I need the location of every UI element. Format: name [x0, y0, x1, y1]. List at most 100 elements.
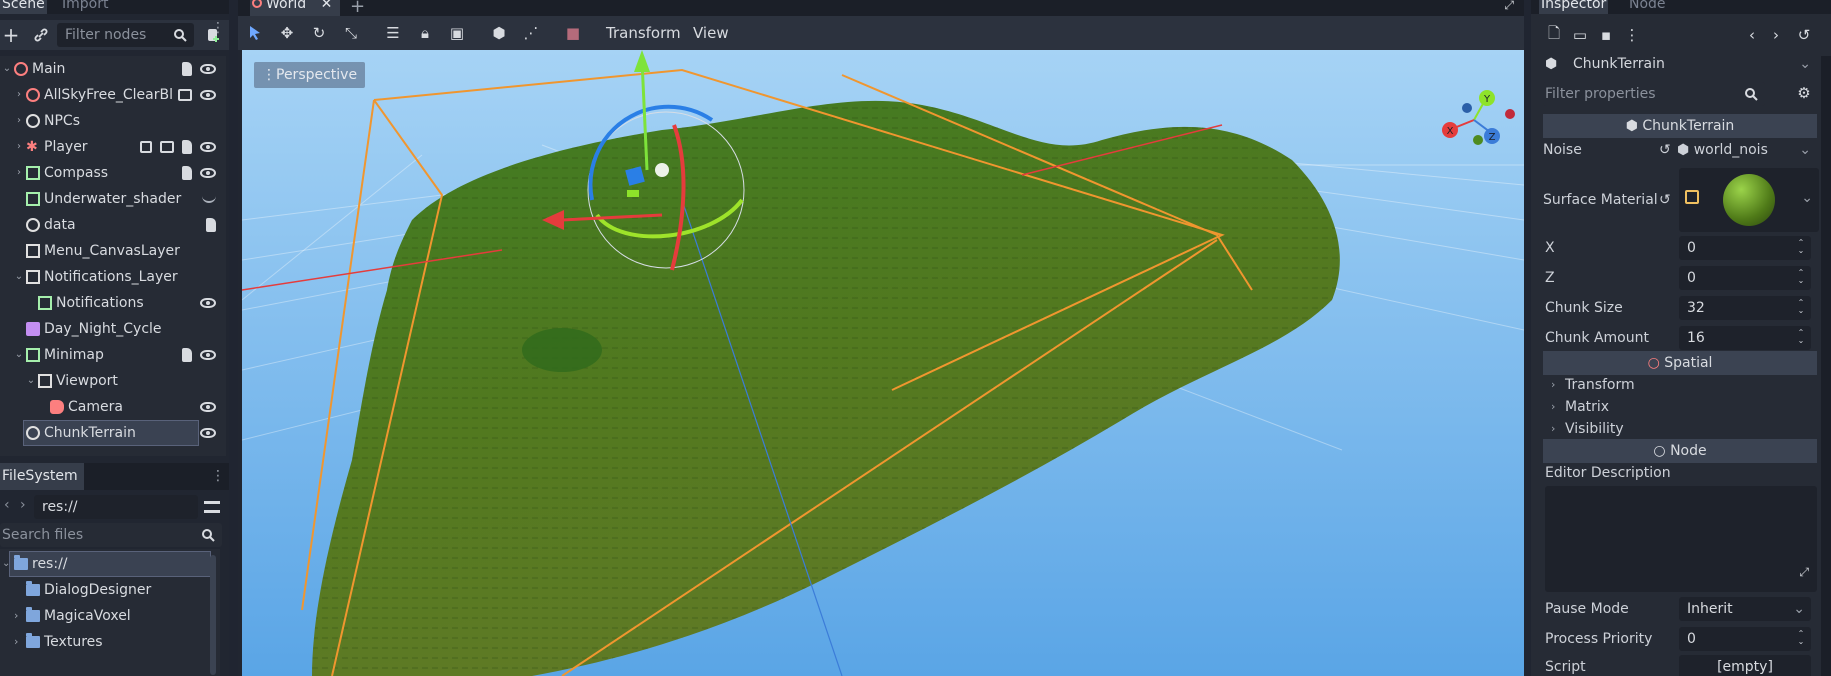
group-icon[interactable] [140, 141, 152, 153]
prop-x-spinbox[interactable]: 0 ⌃ ⌄ [1679, 236, 1811, 260]
file-item-dialogdesigner[interactable]: DialogDesigner [0, 577, 210, 603]
prop-chunk-size-spinbox[interactable]: 32 ⌃ ⌄ [1679, 296, 1811, 320]
visibility-eye-icon[interactable] [200, 142, 216, 152]
subsection-visibility[interactable]: › Visibility [1543, 418, 1817, 440]
instance-icon[interactable] [178, 89, 192, 101]
visibility-eye-icon[interactable] [200, 64, 216, 74]
subsection-matrix[interactable]: › Matrix [1543, 396, 1817, 418]
expand-icon[interactable]: ⤢ [1799, 565, 1809, 580]
revert-icon[interactable]: ↺ [1659, 185, 1671, 215]
script-icon[interactable] [182, 62, 192, 76]
tree-node-notifications-layer[interactable]: ⌄ Notifications_Layer [0, 264, 226, 290]
tree-node-data[interactable]: data [0, 212, 226, 238]
object-selector[interactable]: ⬢ ChunkTerrain ⌄ [1541, 52, 1811, 78]
file-item-res[interactable]: ⌄ res:// [0, 551, 211, 577]
instance-icon[interactable] [160, 141, 174, 153]
forward-arrow-icon[interactable]: › [20, 497, 26, 513]
spin-arrows-icon[interactable]: ⌃ ⌄ [1797, 239, 1805, 255]
surface-material-picker[interactable]: ⌄ [1679, 168, 1819, 232]
pause-mode-select[interactable]: Inherit ⌄ [1679, 597, 1811, 621]
local-space-icon[interactable]: ⬢ [488, 22, 510, 44]
hidden-eye-icon[interactable] [202, 195, 216, 203]
editor-description-textarea[interactable]: ⤢ [1545, 486, 1817, 592]
tab-import[interactable]: Import [60, 0, 110, 14]
search-files-input[interactable]: Search files [0, 523, 222, 547]
snap-icon[interactable]: ⋰ [520, 22, 542, 44]
tab-filesystem[interactable]: FileSystem [0, 463, 84, 490]
back-arrow-icon[interactable]: ‹ [4, 497, 10, 513]
perspective-menu-button[interactable]: ⋮ Perspective [254, 62, 366, 88]
scene-dock-menu-icon[interactable]: ⋮ [211, 20, 225, 36]
visibility-eye-icon[interactable] [200, 90, 216, 100]
noise-resource-picker[interactable]: ⬢ world_nois ⌄ [1677, 138, 1817, 162]
visibility-eye-icon[interactable] [200, 402, 216, 412]
tree-node-minimap[interactable]: ⌄ Minimap [0, 342, 226, 368]
list-select-icon[interactable]: ☰ [382, 22, 404, 44]
script-icon[interactable] [182, 140, 192, 154]
tree-node-notifications[interactable]: Notifications [0, 290, 226, 316]
visibility-eye-icon[interactable] [200, 298, 216, 308]
scale-tool-icon[interactable]: ⤡ [340, 22, 362, 44]
history-forward-icon[interactable]: › [1765, 24, 1787, 46]
list-view-icon[interactable] [204, 501, 220, 513]
filter-nodes-input[interactable]: Filter nodes [57, 23, 194, 47]
tab-world[interactable]: World ✕ [250, 0, 341, 16]
camera-preview-icon[interactable]: ■ [562, 22, 584, 44]
tree-node-allsky[interactable]: › AllSkyFree_ClearBl [0, 82, 226, 108]
tree-node-camera[interactable]: Camera [0, 394, 226, 420]
script-icon[interactable] [182, 166, 192, 180]
history-back-icon[interactable]: ‹ [1741, 24, 1763, 46]
spin-arrows-icon[interactable]: ⌃ ⌄ [1797, 329, 1805, 345]
spin-arrows-icon[interactable]: ⌃ ⌄ [1797, 630, 1805, 646]
tree-node-compass[interactable]: › Compass [0, 160, 226, 186]
add-tab-icon[interactable]: + [350, 0, 365, 17]
file-tree-scrollbar[interactable] [210, 555, 216, 675]
visibility-eye-icon[interactable] [200, 428, 216, 438]
tree-node-menu-canvaslayer[interactable]: Menu_CanvasLayer [0, 238, 226, 264]
tree-node-player[interactable]: › ✱ Player [0, 134, 226, 160]
filesystem-menu-icon[interactable]: ⋮ [211, 468, 225, 484]
filter-properties-input[interactable]: Filter properties [1543, 82, 1765, 106]
lock-icon[interactable]: 🔒︎ [414, 22, 436, 44]
rotate-tool-icon[interactable]: ↻ [308, 22, 330, 44]
script-icon[interactable] [182, 348, 192, 362]
tree-node-main[interactable]: ⌄ Main [0, 56, 226, 82]
file-item-magicavoxel[interactable]: › MagicaVoxel [0, 603, 210, 629]
menu-view[interactable]: View [693, 16, 729, 50]
tab-inspector[interactable]: Inspector [1539, 0, 1609, 14]
prop-z-spinbox[interactable]: 0 ⌃ ⌄ [1679, 266, 1811, 290]
visibility-eye-icon[interactable] [200, 168, 216, 178]
3d-scene[interactable]: Y X Z [242, 50, 1524, 676]
save-icon[interactable]: ▪ [1595, 24, 1617, 46]
more-icon[interactable]: ⋮ [1621, 24, 1643, 46]
inspector-scrollbar[interactable] [1821, 56, 1831, 676]
add-node-icon[interactable]: + [0, 23, 22, 47]
revert-icon[interactable]: ↺ [1659, 135, 1671, 165]
move-tool-icon[interactable]: ✥ [276, 22, 298, 44]
process-priority-spinbox[interactable]: 0 ⌃ ⌄ [1679, 627, 1811, 651]
subsection-transform[interactable]: › Transform [1543, 374, 1817, 396]
new-resource-icon[interactable]: 🗋 [1543, 24, 1565, 46]
3d-viewport[interactable]: Y X Z ⋮ Perspective [242, 50, 1524, 676]
tree-node-viewport[interactable]: ⌄ Viewport [0, 368, 226, 394]
select-tool-icon[interactable] [248, 25, 262, 41]
spin-arrows-icon[interactable]: ⌃ ⌄ [1797, 299, 1805, 315]
history-icon[interactable]: ↺ [1793, 24, 1815, 46]
tree-node-day-night[interactable]: Day_Night_Cycle [0, 316, 226, 342]
tab-scene[interactable]: Scene [0, 0, 47, 14]
spin-arrows-icon[interactable]: ⌃ ⌄ [1797, 269, 1805, 285]
script-icon[interactable] [206, 218, 216, 232]
tab-node[interactable]: Node [1627, 0, 1668, 14]
close-icon[interactable]: ✕ [321, 0, 333, 12]
path-input[interactable]: res:// [34, 495, 198, 519]
property-settings-icon[interactable]: ⚙ [1793, 82, 1815, 104]
visibility-eye-icon[interactable] [200, 350, 216, 360]
group-icon[interactable]: ▣ [446, 22, 468, 44]
menu-transform[interactable]: Transform [606, 16, 681, 50]
open-folder-icon[interactable]: ▭ [1569, 24, 1591, 46]
tree-node-npcs[interactable]: › NPCs [0, 108, 226, 134]
tree-node-underwater[interactable]: Underwater_shader [0, 186, 226, 212]
fullscreen-icon[interactable]: ⤢ [1504, 0, 1514, 13]
file-item-textures[interactable]: › Textures [0, 629, 210, 655]
link-icon[interactable] [30, 24, 52, 46]
